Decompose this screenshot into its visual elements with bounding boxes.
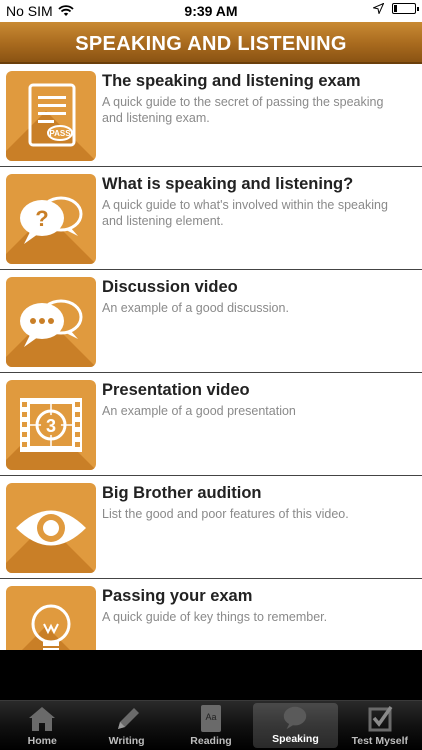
eye-icon bbox=[6, 483, 96, 573]
tab-label: Reading bbox=[190, 735, 232, 747]
item-description: A quick guide to the secret of passing t… bbox=[102, 95, 384, 125]
tab-bar: Home Writing Aa Reading Speaking Test My… bbox=[0, 700, 422, 750]
item-title: Passing your exam bbox=[102, 587, 253, 605]
tab-home[interactable]: Home bbox=[0, 701, 84, 750]
svg-text:?: ? bbox=[35, 206, 48, 231]
item-title: Discussion video bbox=[102, 278, 238, 296]
list-item-presentation-video[interactable]: 3 Presentation video An example of a goo… bbox=[0, 373, 422, 476]
topic-list: PASS The speaking and listening exam A q… bbox=[0, 64, 422, 650]
question-speech-bubbles-icon: ? bbox=[6, 174, 96, 264]
list-item-what-is-speaking[interactable]: ? What is speaking and listening? A quic… bbox=[0, 167, 422, 270]
location-arrow-icon bbox=[373, 3, 384, 14]
item-description: A quick guide of key things to remember. bbox=[102, 610, 328, 624]
battery-icon bbox=[392, 3, 419, 14]
list-item-discussion-video[interactable]: Discussion video An example of a good di… bbox=[0, 270, 422, 373]
list-item-speaking-exam[interactable]: PASS The speaking and listening exam A q… bbox=[0, 64, 422, 167]
book-icon-text: Aa bbox=[206, 712, 217, 722]
house-icon bbox=[29, 707, 56, 731]
film-countdown-icon: 3 bbox=[6, 380, 96, 470]
document-pass-icon: PASS bbox=[6, 71, 96, 161]
pencil-icon bbox=[117, 708, 139, 729]
status-bar: No SIM 9:39 AM bbox=[0, 0, 422, 22]
item-title: The speaking and listening exam bbox=[102, 72, 361, 90]
tab-speaking[interactable]: Speaking bbox=[253, 703, 338, 748]
tab-label: Speaking bbox=[272, 733, 319, 745]
book-icon: Aa bbox=[201, 705, 222, 732]
chat-bubbles-icon bbox=[6, 277, 96, 367]
tab-writing[interactable]: Writing bbox=[84, 701, 168, 750]
item-title: Presentation video bbox=[102, 381, 250, 399]
item-description: An example of a good presentation bbox=[102, 404, 296, 418]
item-title: What is speaking and listening? bbox=[102, 175, 354, 193]
item-description: An example of a good discussion. bbox=[102, 301, 289, 315]
tab-label: Writing bbox=[108, 735, 145, 747]
tab-label: Home bbox=[27, 735, 57, 747]
item-description: List the good and poor features of this … bbox=[102, 507, 349, 521]
tab-test-myself[interactable]: Test Myself bbox=[338, 701, 422, 750]
pass-stamp-text: PASS bbox=[49, 129, 71, 138]
status-right-group bbox=[373, 3, 419, 14]
checkbox-icon bbox=[368, 705, 393, 732]
item-description: A quick guide to what's involved within … bbox=[102, 198, 388, 228]
tab-label: Test Myself bbox=[351, 735, 409, 747]
lightbulb-icon bbox=[6, 586, 96, 650]
list-item-passing-your-exam[interactable]: Passing your exam A quick guide of key t… bbox=[0, 579, 422, 650]
speech-icon bbox=[284, 706, 307, 730]
list-item-big-brother-audition[interactable]: Big Brother audition List the good and p… bbox=[0, 476, 422, 579]
page-title: SPEAKING AND LISTENING bbox=[0, 22, 422, 64]
item-title: Big Brother audition bbox=[102, 484, 262, 502]
status-time: 9:39 AM bbox=[184, 3, 238, 19]
tab-reading[interactable]: Aa Reading bbox=[169, 701, 253, 750]
countdown-number: 3 bbox=[46, 416, 56, 436]
